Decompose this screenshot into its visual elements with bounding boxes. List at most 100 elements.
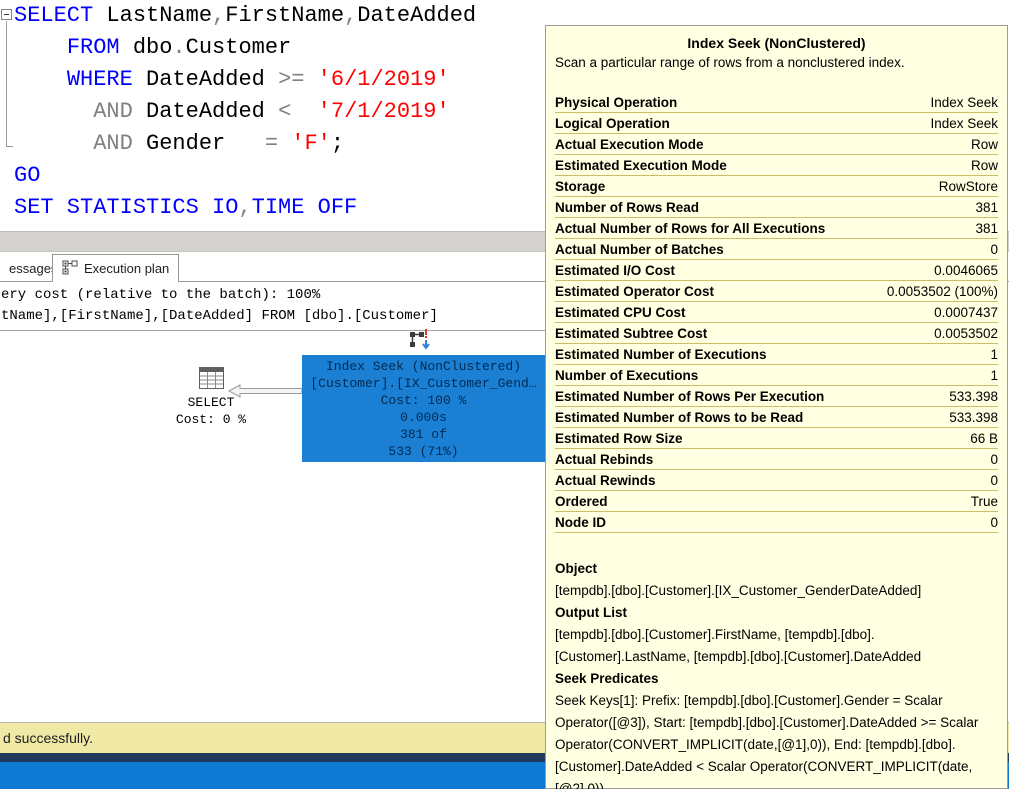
- tooltip-sections: Object [tempdb].[dbo].[Customer].[IX_Cust…: [555, 558, 998, 789]
- tooltip-section-heading: Output List: [555, 605, 627, 620]
- node-text-line: 533 (71%): [388, 444, 459, 459]
- query-status-message: d successfully.: [3, 730, 93, 746]
- tooltip-row-value: Index Seek: [930, 94, 998, 110]
- code-line: WHERE DateAdded >= '6/1/2019': [66, 67, 450, 92]
- code-line: AND Gender = 'F';: [93, 131, 345, 156]
- tooltip-row-label: Storage: [555, 178, 606, 194]
- tooltip-row: Number of Rows Read 381: [555, 197, 998, 218]
- tooltip-row: Estimated Number of Rows to be Read 533.3…: [555, 407, 998, 428]
- node-text-line: [Customer].[IX_Customer_Gend…: [310, 376, 537, 391]
- tooltip-row-value: 381: [975, 199, 998, 215]
- index-seek-plan-node[interactable]: Index Seek (NonClustered) [Customer].[IX_…: [302, 355, 545, 462]
- tooltip-row: Storage RowStore: [555, 176, 998, 197]
- tooltip-row-value: 533.398: [949, 388, 998, 404]
- tooltip-row-value: RowStore: [938, 178, 998, 194]
- code-line: SET STATISTICS IO,TIME OFF: [14, 195, 358, 220]
- tooltip-title: Index Seek (NonClustered): [687, 35, 866, 51]
- outline-guide-line: [6, 21, 7, 146]
- tooltip-row-value: 533.398: [949, 409, 998, 425]
- tooltip-row: Number of Executions 1: [555, 365, 998, 386]
- tooltip-row: Node ID 0: [555, 512, 998, 533]
- tooltip-row-value: Row: [970, 157, 998, 173]
- node-text-line: 0.000s: [400, 410, 447, 425]
- tooltip-row-value: Row: [970, 136, 998, 152]
- tooltip-row: Estimated I/O Cost 0.0046065: [555, 260, 998, 281]
- operator-tooltip: Index Seek (NonClustered) Scan a particu…: [545, 25, 1008, 789]
- query-statement-text: tName],[FirstName],[DateAdded] FROM [dbo…: [1, 308, 438, 324]
- tooltip-row: Ordered True: [555, 491, 998, 512]
- tooltip-row-value: 0.0007437: [934, 304, 998, 320]
- sql-code[interactable]: SELECT LastName,FirstName,DateAdded FROM…: [14, 0, 476, 224]
- tooltip-section-text: [tempdb].[dbo].[Customer].FirstName, [te…: [555, 627, 922, 664]
- tooltip-row-label: Actual Rewinds: [555, 472, 656, 488]
- tooltip-row-label: Number of Executions: [555, 367, 699, 383]
- tooltip-rows: Physical Operation Index Seek Logical Oper…: [555, 92, 998, 533]
- tooltip-row-value: 0.0053502 (100%): [886, 283, 998, 299]
- tooltip-row-label: Number of Rows Read: [555, 199, 700, 215]
- tooltip-row-value: 0.0046065: [934, 262, 998, 278]
- tooltip-row-label: Estimated CPU Cost: [555, 304, 686, 320]
- tooltip-row-label: Actual Rebinds: [555, 451, 654, 467]
- tooltip-row-label: Logical Operation: [555, 115, 670, 131]
- tooltip-row-label: Estimated Subtree Cost: [555, 325, 708, 341]
- ssms-window: SELECT LastName,FirstName,DateAdded FROM…: [0, 0, 1009, 789]
- tooltip-row-value: 66 B: [970, 430, 998, 446]
- tab-execution-plan[interactable]: Execution plan: [52, 254, 180, 282]
- node-text-line: Index Seek (NonClustered): [325, 359, 522, 374]
- tooltip-row-label: Estimated Row Size: [555, 430, 683, 446]
- tooltip-row-label: Estimated Operator Cost: [555, 283, 715, 299]
- tooltip-row-label: Actual Number of Batches: [555, 241, 724, 257]
- tooltip-row-value: 1: [990, 367, 998, 383]
- tooltip-section-text: [tempdb].[dbo].[Customer].[IX_Customer_G…: [555, 583, 922, 598]
- tab-execution-plan-label: Execution plan: [84, 261, 170, 276]
- tooltip-row-value: 0.0053502: [934, 325, 998, 341]
- tooltip-row-value: Index Seek: [930, 115, 998, 131]
- tooltip-row-value: 0: [990, 451, 998, 467]
- tooltip-row: Estimated Execution Mode Row: [555, 155, 998, 176]
- plan-arrow[interactable]: [227, 384, 303, 403]
- code-line: SELECT LastName,FirstName,DateAdded: [14, 3, 477, 28]
- query-cost-text: ery cost (relative to the batch): 100%: [1, 287, 321, 303]
- plan-separator: [0, 330, 545, 331]
- tooltip-row: Actual Rewinds 0: [555, 470, 998, 491]
- tooltip-row-label: Estimated Execution Mode: [555, 157, 727, 173]
- tab-messages-label: essages: [9, 261, 58, 276]
- tooltip-row: Logical Operation Index Seek: [555, 113, 998, 134]
- tooltip-row-label: Estimated Number of Rows to be Read: [555, 409, 804, 425]
- tooltip-row-label: Node ID: [555, 514, 607, 530]
- tooltip-row: Estimated Subtree Cost 0.0053502: [555, 323, 998, 344]
- tooltip-row-label: Estimated Number of Executions: [555, 346, 767, 362]
- tooltip-row-label: Estimated I/O Cost: [555, 262, 676, 278]
- tooltip-row: Actual Rebinds 0: [555, 449, 998, 470]
- tooltip-row-label: Estimated Number of Rows Per Execution: [555, 388, 825, 404]
- tooltip-section-heading: Object: [555, 561, 598, 576]
- tooltip-row-label: Actual Number of Rows for All Executions: [555, 220, 826, 236]
- select-node-cost: Cost: 0 %: [175, 412, 247, 427]
- tooltip-section-heading: Seek Predicates: [555, 671, 659, 686]
- tooltip-row-value: 0: [990, 241, 998, 257]
- code-line: AND DateAdded < '7/1/2019': [93, 99, 450, 124]
- code-line: GO: [14, 163, 41, 188]
- tooltip-row-value: 0: [990, 472, 998, 488]
- tooltip-description: Scan a particular range of rows from a n…: [555, 55, 905, 70]
- tooltip-row: Actual Number of Rows for All Executions…: [555, 218, 998, 239]
- tooltip-row: Estimated CPU Cost 0.0007437: [555, 302, 998, 323]
- tooltip-row: Actual Number of Batches 0: [555, 239, 998, 260]
- execution-plan-icon: [62, 260, 78, 278]
- tooltip-row: Estimated Number of Rows Per Execution 53…: [555, 386, 998, 407]
- tooltip-row-value: True: [970, 493, 998, 509]
- tooltip-row-label: Actual Execution Mode: [555, 136, 704, 152]
- tooltip-row: Estimated Number of Executions 1: [555, 344, 998, 365]
- code-collapse-icon[interactable]: [1, 9, 12, 20]
- index-seek-node-text: Index Seek (NonClustered) [Customer].[IX_…: [302, 358, 545, 460]
- tooltip-row-value: 0: [990, 514, 998, 530]
- tooltip-row-value: 381: [975, 220, 998, 236]
- tooltip-row-label: Physical Operation: [555, 94, 678, 110]
- tooltip-row-value: 1: [990, 346, 998, 362]
- outline-guide-tick: [6, 146, 13, 147]
- tooltip-row: Estimated Row Size 66 B: [555, 428, 998, 449]
- tooltip-row-label: Ordered: [555, 493, 608, 509]
- node-text-line: Cost: 100 %: [380, 393, 467, 408]
- tooltip-row: Actual Execution Mode Row: [555, 134, 998, 155]
- tooltip-row: Estimated Operator Cost 0.0053502 (100%): [555, 281, 998, 302]
